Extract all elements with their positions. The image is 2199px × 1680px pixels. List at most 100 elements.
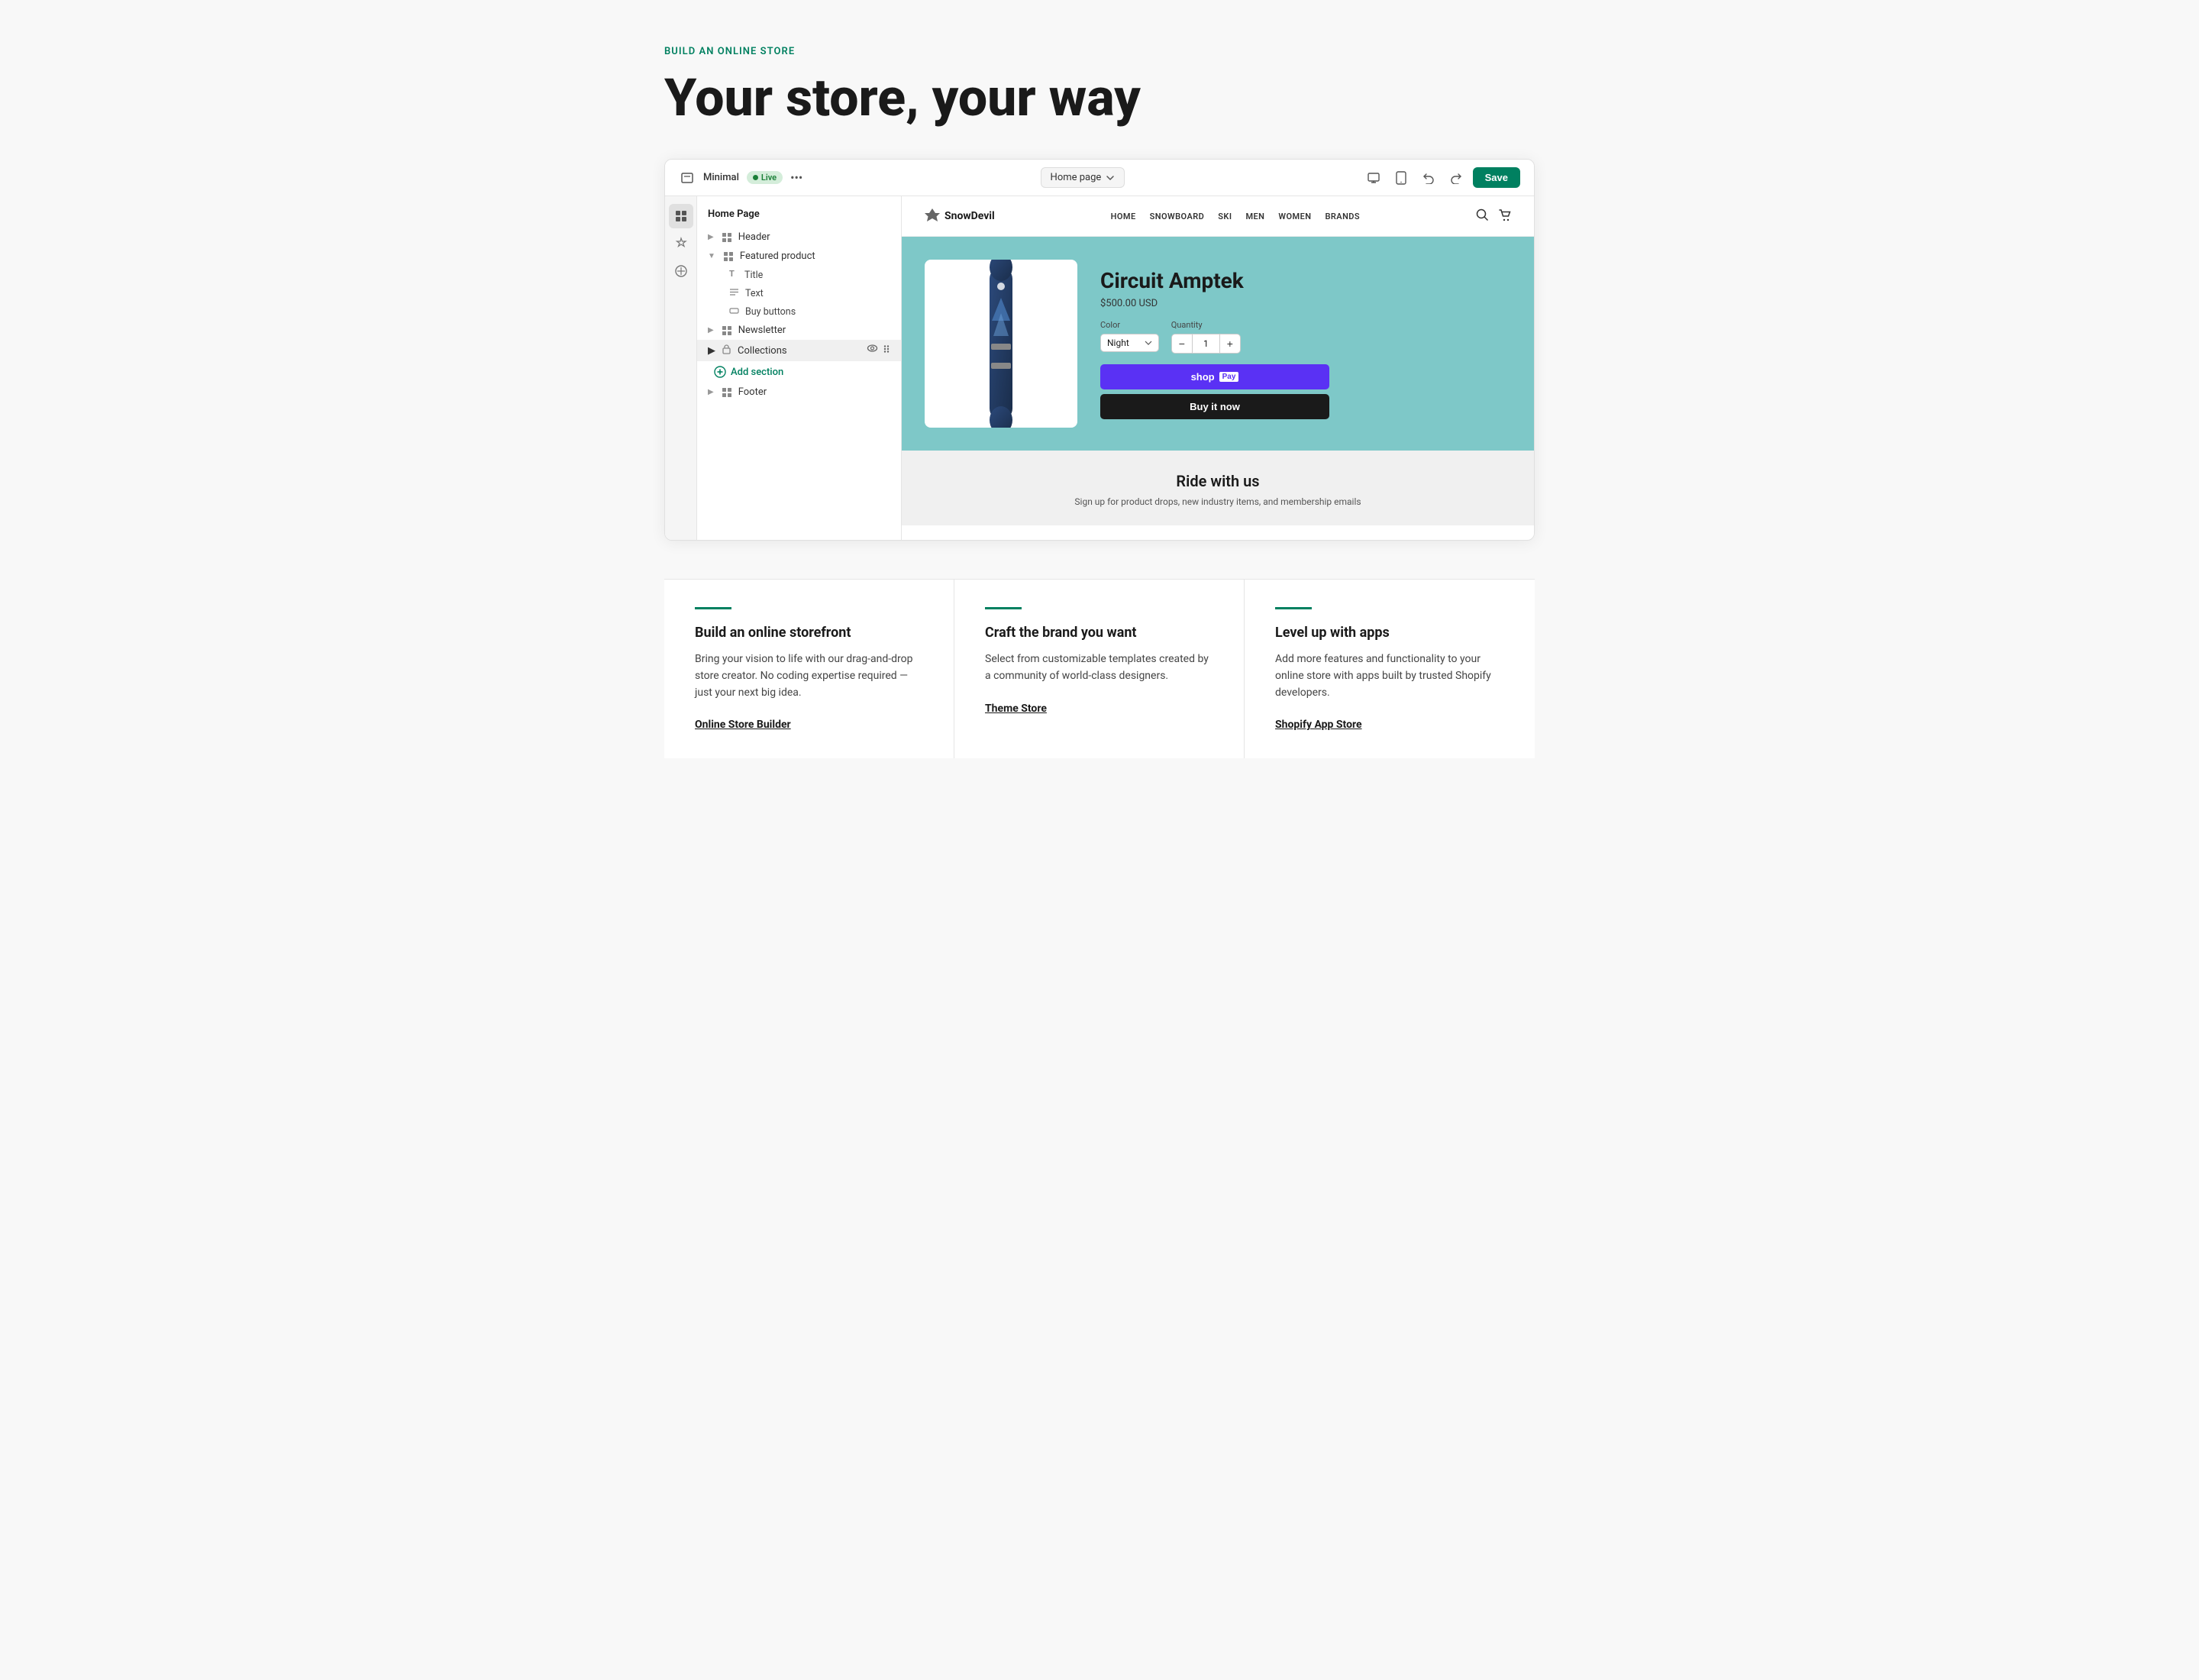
qty-decrease-button[interactable]: −	[1172, 334, 1193, 353]
pay-badge: Pay	[1219, 372, 1239, 382]
sidebar-sections-icon[interactable]	[669, 204, 693, 228]
store-name: SnowDevil	[945, 210, 995, 222]
live-dot	[753, 175, 758, 180]
card-1-link[interactable]: Online Store Builder	[695, 719, 791, 731]
newsletter-grid-icon	[722, 325, 732, 336]
nav-brands[interactable]: BRANDS	[1325, 212, 1360, 221]
qty-label: Quantity	[1171, 320, 1241, 330]
sidebar-customize-icon[interactable]	[669, 231, 693, 256]
mobile-view-icon[interactable]	[1390, 167, 1412, 189]
more-options-button[interactable]: •••	[790, 170, 802, 185]
product-details: Circuit Amptek $500.00 USD Color Night	[1100, 268, 1511, 419]
store-header: SnowDevil HOME SNOWBOARD SKI MEN WOMEN B…	[902, 196, 1534, 237]
card-apps: Level up with apps Add more features and…	[1245, 580, 1535, 758]
qty-value: 1	[1193, 335, 1219, 352]
topbar-right: Save	[1363, 167, 1520, 189]
sidebar-item-header[interactable]: ▶ Header	[697, 228, 901, 247]
add-section-label: Add section	[731, 367, 783, 378]
svg-text:T: T	[729, 269, 735, 278]
editor-preview: SnowDevil HOME SNOWBOARD SKI MEN WOMEN B…	[902, 196, 1534, 540]
nav-women[interactable]: WOMEN	[1278, 212, 1311, 221]
buy-buttons-icon	[729, 306, 739, 318]
sidebar-header-label: Header	[738, 231, 770, 243]
save-button[interactable]: Save	[1473, 167, 1520, 188]
newsletter-section: Ride with us Sign up for product drops, …	[902, 451, 1534, 525]
shop-pay-button[interactable]: shop Pay	[1100, 364, 1329, 389]
sidebar-page-title: Home Page	[697, 205, 901, 228]
featured-arrow: ▼	[708, 252, 715, 260]
sidebar-item-buy-buttons[interactable]: Buy buttons	[697, 303, 901, 321]
color-label: Color	[1100, 320, 1159, 330]
card-2-desc: Select from customizable templates creat…	[985, 651, 1213, 684]
nav-home[interactable]: HOME	[1111, 212, 1136, 221]
footer-arrow: ▶	[708, 388, 714, 396]
preview-frame: SnowDevil HOME SNOWBOARD SKI MEN WOMEN B…	[902, 196, 1534, 540]
product-price: $500.00 USD	[1100, 298, 1511, 309]
store-header-icons	[1476, 208, 1511, 225]
card-brand: Craft the brand you want Select from cus…	[954, 580, 1245, 758]
sidebar-nav: Home Page ▶ Header ▼	[697, 196, 901, 540]
newsletter-title: Ride with us	[925, 472, 1511, 490]
sidebar-item-title[interactable]: T Title	[697, 266, 901, 284]
card-3-desc: Add more features and functionality to y…	[1275, 651, 1504, 701]
desktop-view-icon[interactable]	[1363, 167, 1384, 189]
sidebar-featured-label: Featured product	[740, 250, 815, 262]
card-accent-line-2	[985, 607, 1022, 609]
sidebar-footer-label: Footer	[738, 386, 767, 398]
nav-men[interactable]: MEN	[1245, 212, 1264, 221]
product-section: Circuit Amptek $500.00 USD Color Night	[902, 237, 1534, 451]
sidebar-item-footer[interactable]: ▶ Footer	[697, 383, 901, 402]
card-2-link[interactable]: Theme Store	[985, 703, 1047, 715]
nav-snowboard[interactable]: SNOWBOARD	[1150, 212, 1205, 221]
text-lines-icon	[729, 287, 739, 300]
color-option: Color Night	[1100, 320, 1159, 354]
sidebar-add-section[interactable]: Add section	[697, 361, 901, 383]
header-grid-icon	[722, 232, 732, 243]
sidebar-item-collections[interactable]: ▶ Collections	[697, 340, 901, 361]
buy-now-button[interactable]: Buy it now	[1100, 394, 1329, 419]
collection-eye-icon[interactable]	[867, 344, 878, 357]
back-icon[interactable]	[679, 170, 696, 186]
sidebar-collections-label: Collections	[738, 345, 787, 357]
footer-grid-icon	[722, 387, 732, 398]
store-logo: SnowDevil	[925, 207, 995, 225]
sidebar-item-newsletter[interactable]: ▶ Newsletter	[697, 321, 901, 340]
card-3-title: Level up with apps	[1275, 625, 1504, 641]
collections-arrow: ▶	[708, 345, 715, 357]
collection-actions	[867, 344, 890, 357]
card-accent-line-1	[695, 607, 731, 609]
card-storefront: Build an online storefront Bring your vi…	[664, 580, 954, 758]
bottom-cards: Build an online storefront Bring your vi…	[664, 579, 1535, 758]
sidebar-text-label: Text	[745, 288, 764, 299]
page-selector[interactable]: Home page	[1041, 167, 1125, 188]
editor-mock: Minimal Live ••• Home page	[664, 159, 1535, 541]
sidebar-item-text[interactable]: Text	[697, 284, 901, 303]
editor-sidebar: Home Page ▶ Header ▼	[665, 196, 902, 540]
editor-topbar: Minimal Live ••• Home page	[665, 160, 1534, 196]
sidebar-item-featured-product[interactable]: ▼ Featured product	[697, 247, 901, 266]
sidebar-buy-buttons-label: Buy buttons	[745, 306, 796, 318]
sidebar-newsletter-label: Newsletter	[738, 325, 786, 336]
sidebar-apps-icon[interactable]	[669, 259, 693, 283]
title-text-icon: T	[729, 269, 738, 281]
search-icon[interactable]	[1476, 208, 1489, 225]
card-2-title: Craft the brand you want	[985, 625, 1213, 641]
qty-increase-button[interactable]: +	[1219, 334, 1240, 353]
shop-pay-label: shop	[1191, 371, 1215, 383]
newsletter-arrow: ▶	[708, 326, 714, 334]
header-arrow: ▶	[708, 233, 714, 241]
editor-body: Home Page ▶ Header ▼	[665, 196, 1534, 540]
card-accent-line-3	[1275, 607, 1312, 609]
live-badge: Live	[747, 171, 783, 184]
card-3-link[interactable]: Shopify App Store	[1275, 719, 1362, 731]
nav-ski[interactable]: SKI	[1218, 212, 1232, 221]
build-label: BUILD AN ONLINE STORE	[664, 46, 1535, 57]
topbar-center: Home page	[1041, 167, 1125, 188]
quantity-stepper[interactable]: − 1 +	[1171, 334, 1241, 354]
color-select[interactable]: Night	[1100, 334, 1159, 352]
redo-icon[interactable]	[1445, 167, 1467, 189]
undo-icon[interactable]	[1418, 167, 1439, 189]
collection-handle-icon[interactable]	[883, 344, 890, 357]
topbar-left: Minimal Live •••	[679, 170, 802, 186]
cart-icon[interactable]	[1498, 208, 1511, 225]
